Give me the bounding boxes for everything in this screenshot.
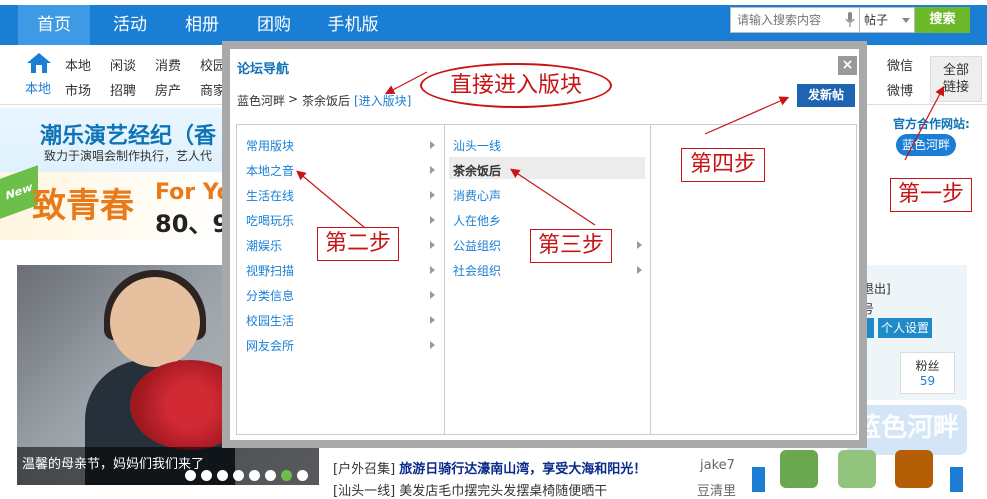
microphone-icon[interactable] [845,12,855,28]
nav-mobile[interactable]: 手机版 [318,5,388,45]
board-category-item[interactable]: 常用版块 [246,137,294,154]
board-category-item[interactable]: 生活在线 [246,187,294,204]
carousel-left-arrow[interactable] [752,467,765,492]
slideshow-dot[interactable] [217,470,228,481]
board-category-item[interactable]: 本地之音 [246,162,294,179]
chevron-right-icon [430,166,435,174]
chevron-down-icon [902,18,910,23]
personal-settings-button[interactable]: 个人设置 [878,318,932,338]
thread-author[interactable]: jake7 [700,458,735,473]
local-label[interactable]: 本地 [25,78,51,97]
annotation-enter-board: 直接进入版块 [420,63,612,108]
subnav-realestate[interactable]: 房产 [155,80,181,99]
board-category-item[interactable]: 网友会所 [246,337,294,354]
slideshow-dot[interactable] [185,470,196,481]
chevron-right-icon [430,316,435,324]
slideshow-dot[interactable] [201,470,212,481]
thread-row[interactable]: [户外召集] 旅游日骑行达濠南山湾，享受大海和阳光！ [333,458,646,477]
nav-group-buy[interactable]: 团购 [244,5,304,45]
nav-home[interactable]: 首页 [18,5,90,45]
board-item[interactable]: 汕头一线 [453,137,501,154]
new-post-button[interactable]: 发新帖 [797,84,855,107]
group-icon[interactable] [780,450,818,488]
slideshow-dot[interactable] [233,470,244,481]
star-icon[interactable] [895,450,933,488]
board-item[interactable]: 茶余饭后 [453,162,501,179]
board-category-item[interactable]: 视野扫描 [246,262,294,279]
partner-label: 官方合作网站: [893,117,970,131]
column-divider [650,124,651,435]
slideshow-caption[interactable]: 温馨的母亲节，妈妈们我们来了 [22,453,204,472]
search-type-select[interactable]: 帖子 [860,7,915,33]
subnav-jobs[interactable]: 招聘 [110,80,136,99]
annotation-step3: 第三步 [530,229,612,263]
close-icon[interactable]: × [838,56,857,75]
chevron-right-icon [430,191,435,199]
nav-activities[interactable]: 活动 [100,5,160,45]
annotation-step2: 第二步 [317,227,399,261]
search-type-value: 帖子 [864,13,889,27]
chevron-right-icon [430,216,435,224]
board-item[interactable]: 社会组织 [453,262,501,279]
search-input[interactable] [731,8,836,32]
partner-logo[interactable]: 蓝色河畔 [896,134,956,156]
ad-banner-subtitle: 致力于演唱会制作执行，艺人代 [44,149,213,163]
subnav-local[interactable]: 本地 [65,55,91,74]
board-item[interactable]: 消费心声 [453,187,501,204]
carousel-right-arrow[interactable] [950,467,963,492]
board-item[interactable]: 人在他乡 [453,212,501,229]
fans-stat[interactable]: 粉丝 59 [900,352,955,394]
chevron-right-icon [637,241,642,249]
breadcrumb-current[interactable]: 茶余饭后 [302,92,350,109]
subnav-weibo[interactable]: 微博 [887,80,913,99]
ad-banner-2-english: For Yo [155,180,232,205]
slideshow-dot[interactable] [281,470,292,481]
thread-author[interactable]: 豆清里 [697,480,736,499]
annotation-step4: 第四步 [681,148,765,182]
ad-banner-title: 潮乐演艺经纪（香 [40,124,217,149]
subnav-chat[interactable]: 闲谈 [110,55,136,74]
chevron-right-icon [430,341,435,349]
breadcrumb-separator: > [288,92,299,106]
subnav-market[interactable]: 市场 [65,80,91,99]
chat-icon[interactable] [838,450,876,488]
chevron-right-icon [430,291,435,299]
house-icon [27,53,51,73]
search-button[interactable]: 搜索 [915,7,970,33]
ad-banner-2-title: 致青春 [32,186,134,226]
chevron-right-icon [430,141,435,149]
chevron-right-icon [637,266,642,274]
board-category-item[interactable]: 校园生活 [246,312,294,329]
breadcrumb-root[interactable]: 蓝色河畔 [237,92,285,109]
board-category-item[interactable]: 分类信息 [246,287,294,304]
slideshow-dot[interactable] [265,470,276,481]
board-item[interactable]: 公益组织 [453,237,501,254]
chevron-right-icon [430,266,435,274]
thread-title[interactable]: 旅游日骑行达濠南山湾，享受大海和阳光！ [399,462,646,477]
nav-albums[interactable]: 相册 [172,5,232,45]
column-divider [444,124,445,435]
photo-face-shape [110,277,200,367]
fans-count: 59 [919,374,936,388]
annotation-step1: 第一步 [890,178,972,212]
all-links-button[interactable]: 全部 链接 [930,56,982,102]
thread-row[interactable]: [汕头一线] 美发店毛巾摆完头发摆桌椅随便晒干 [333,480,607,499]
subnav-consume[interactable]: 消费 [155,55,181,74]
board-category-item[interactable]: 潮娱乐 [246,237,282,254]
slideshow-dot[interactable] [249,470,260,481]
search-box [730,7,860,33]
modal-title: 论坛导航 [237,62,290,77]
chevron-right-icon [430,241,435,249]
subnav-wechat[interactable]: 微信 [887,55,913,74]
fans-label: 粉丝 [915,359,940,373]
enter-board-link[interactable]: [进入版块] [354,92,411,109]
thread-category[interactable]: [户外召集] [333,462,395,477]
board-category-item[interactable]: 吃喝玩乐 [246,212,294,229]
slideshow-dot[interactable] [297,470,308,481]
